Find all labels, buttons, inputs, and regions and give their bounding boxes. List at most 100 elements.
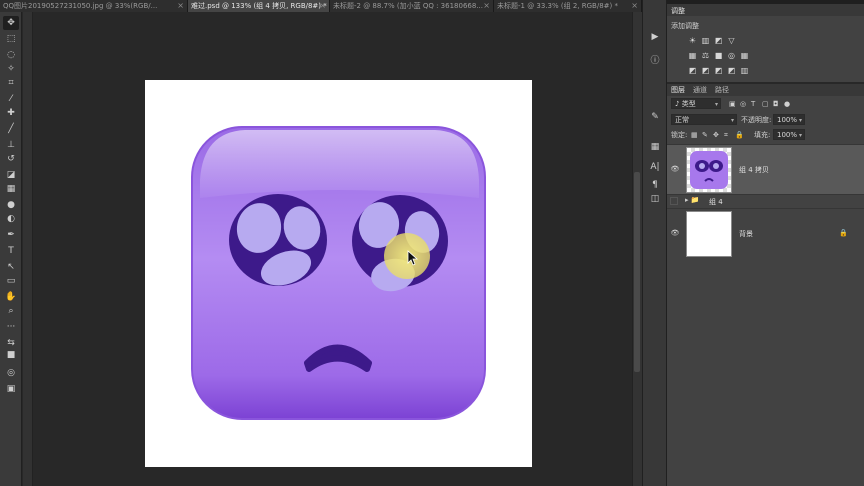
lock-position-icon[interactable]: ✥ (713, 129, 719, 141)
play-icon[interactable]: ▶ (648, 30, 662, 44)
fill-value: 100% (777, 131, 798, 139)
shape-icon[interactable]: ▭ (3, 274, 19, 288)
close-icon[interactable]: × (631, 0, 638, 12)
lock-transparent-icon[interactable]: ▦ (691, 129, 698, 141)
tab-channels[interactable]: 通道 (693, 84, 707, 96)
type-icon[interactable]: T (3, 244, 19, 258)
opacity-value: 100% (777, 116, 798, 124)
crop-icon[interactable]: ⌗ (3, 76, 19, 90)
color-swatch-icon[interactable]: ■ (3, 348, 19, 362)
channel-mixer-icon[interactable]: ▦ (739, 51, 750, 61)
tab-paths[interactable]: 路径 (715, 84, 729, 96)
layer-background[interactable]: 👁 背景 🔒 (667, 208, 864, 258)
brightness-icon[interactable]: ☀ (687, 36, 698, 46)
lasso-icon[interactable]: ◌ (3, 48, 19, 62)
hand-icon[interactable]: ✋ (3, 290, 19, 304)
close-icon[interactable]: × (177, 0, 184, 12)
tools-panel: ✥ ⬚ ◌ ✧ ⌗ ⁄ ✚ ╱ ⊥ ↺ ◪ ▦ ● ◐ ✒ T ↖ ▭ ✋ ⌕ ··· ⇆ ■ ◎ ▣ (0, 12, 22, 486)
move-icon[interactable]: ✥ (3, 16, 19, 30)
vibrance-icon[interactable]: ▦ (687, 51, 698, 61)
lock-image-icon[interactable]: ✎ (702, 129, 708, 141)
folder-icon[interactable]: ▸ 📁 (685, 196, 699, 204)
stamp-icon[interactable]: ⊥ (3, 138, 19, 152)
lock-all-icon[interactable]: 🔒 (735, 129, 744, 141)
eye-icon[interactable]: 👁 (670, 229, 680, 237)
tab-untitled-1[interactable]: 未标题-1 @ 33.3% (组 2, RGB/8#) * × (494, 0, 642, 12)
adjustment-filter-icon[interactable]: ◎ (740, 98, 746, 110)
layers-panel: 图层 通道 路径 ♪ 类型 ▾ ▣ ◎ T ▢ ◘ ● 正常 ▾ 不透明度: 100% ▾ 锁定… (667, 84, 864, 486)
info-icon[interactable]: ⓘ (648, 54, 662, 68)
blur-icon[interactable]: ● (3, 198, 19, 212)
eyedropper-icon[interactable]: ⁄ (3, 92, 19, 106)
eye-icon[interactable]: 👁 (670, 165, 680, 173)
close-icon[interactable]: × (319, 0, 326, 12)
levels-icon[interactable]: ▥ (700, 36, 711, 46)
opacity-label: 不透明度: (741, 116, 772, 124)
close-icon[interactable]: × (483, 0, 490, 12)
character-icon[interactable]: A| (648, 160, 662, 174)
screen-mode-icon[interactable]: ▣ (3, 382, 19, 396)
smart-object-filter-icon[interactable]: ◘ (773, 98, 779, 110)
adjustments-title[interactable]: 调整 (671, 6, 685, 16)
fill-label: 填充: (754, 131, 771, 139)
marquee-icon[interactable]: ⬚ (3, 32, 19, 46)
chevron-down-icon: ▾ (714, 101, 718, 108)
tab-label: 未标题-2 @ 88.7% (加小蓝 QQ : 36180668... (333, 2, 483, 10)
cursor-highlight (384, 233, 430, 279)
pen-icon[interactable]: ✒ (3, 228, 19, 242)
document-canvas[interactable] (145, 80, 532, 467)
tab-nanguo-psd[interactable]: 难过.psd @ 133% (组 4 拷贝, RGB/8#) * × (188, 0, 330, 12)
quick-mask-icon[interactable]: ◎ (3, 366, 19, 380)
shape-filter-icon[interactable]: ▢ (762, 98, 769, 110)
history-brush-icon[interactable]: ↺ (3, 152, 19, 166)
layer-name[interactable]: 背景 (739, 229, 753, 239)
path-select-icon[interactable]: ↖ (3, 260, 19, 274)
fill-input[interactable]: 100% ▾ (773, 129, 805, 140)
threshold-icon[interactable]: ◩ (713, 66, 724, 76)
tab-qq-image[interactable]: QQ图片20190527231050.jpg @ 33%(RGB/... × (0, 0, 188, 12)
opacity-input[interactable]: 100% ▾ (773, 114, 805, 125)
swatches-icon[interactable]: ▦ (648, 140, 662, 154)
paragraph-icon[interactable]: ¶ (648, 178, 662, 192)
scrollbar-thumb[interactable] (634, 172, 640, 372)
tab-untitled-2[interactable]: 未标题-2 @ 88.7% (加小蓝 QQ : 36180668... × (330, 0, 494, 12)
brush-icon[interactable]: ╱ (3, 122, 19, 136)
photo-filter-icon[interactable]: ◎ (726, 51, 737, 61)
posterize-icon[interactable]: ◩ (700, 66, 711, 76)
color-balance-icon[interactable]: ■ (713, 51, 724, 61)
healing-icon[interactable]: ✚ (3, 106, 19, 120)
layer-group-4-copy[interactable]: 👁 组 4 拷贝 (667, 144, 864, 194)
vertical-ruler (23, 12, 33, 486)
properties-icon[interactable]: ◫ (648, 192, 662, 206)
more-icon[interactable]: ··· (3, 320, 19, 334)
adjustments-panel: 调整 添加调整 ☀ ▥ ◩ ▽ ▦ ⚖ ■ ◎ ▦ ◩ ◩ ◩ ◩ ▥ (667, 4, 864, 82)
gradient-map-icon[interactable]: ◩ (726, 66, 737, 76)
pixel-filter-icon[interactable]: ▣ (729, 98, 736, 110)
dodge-icon[interactable]: ◐ (3, 212, 19, 226)
filter-toggle-icon[interactable]: ● (784, 98, 790, 110)
exposure-icon[interactable]: ▽ (726, 36, 737, 46)
blend-mode-select[interactable]: 正常 ▾ (671, 114, 737, 125)
magic-wand-icon[interactable]: ✧ (3, 62, 19, 76)
lock-label: 锁定: (671, 131, 688, 139)
layer-group-4[interactable]: ▸ 📁 组 4 (667, 194, 864, 208)
layer-thumbnail (686, 147, 732, 193)
curves-icon[interactable]: ◩ (713, 36, 724, 46)
tab-layers[interactable]: 图层 (671, 84, 685, 96)
gradient-icon[interactable]: ▦ (3, 182, 19, 196)
eraser-icon[interactable]: ◪ (3, 168, 19, 182)
tab-label: 未标题-1 @ 33.3% (组 2, RGB/8#) * (497, 2, 618, 10)
selective-color-icon[interactable]: ▥ (739, 66, 750, 76)
filter-value: ♪ 类型 (675, 100, 696, 108)
layer-filter-select[interactable]: ♪ 类型 ▾ (671, 98, 721, 109)
visibility-toggle-off[interactable] (670, 197, 678, 205)
type-filter-icon[interactable]: T (751, 98, 755, 110)
hue-sat-icon[interactable]: ⚖ (700, 51, 711, 61)
zoom-icon[interactable]: ⌕ (3, 304, 19, 318)
layer-name[interactable]: 组 4 (709, 197, 723, 207)
adjustments-tab-bar (667, 4, 864, 16)
lock-artboard-icon[interactable]: ⌗ (724, 129, 728, 141)
layer-name[interactable]: 组 4 拷贝 (739, 165, 769, 175)
brush-settings-icon[interactable]: ✎ (648, 110, 662, 124)
invert-icon[interactable]: ◩ (687, 66, 698, 76)
